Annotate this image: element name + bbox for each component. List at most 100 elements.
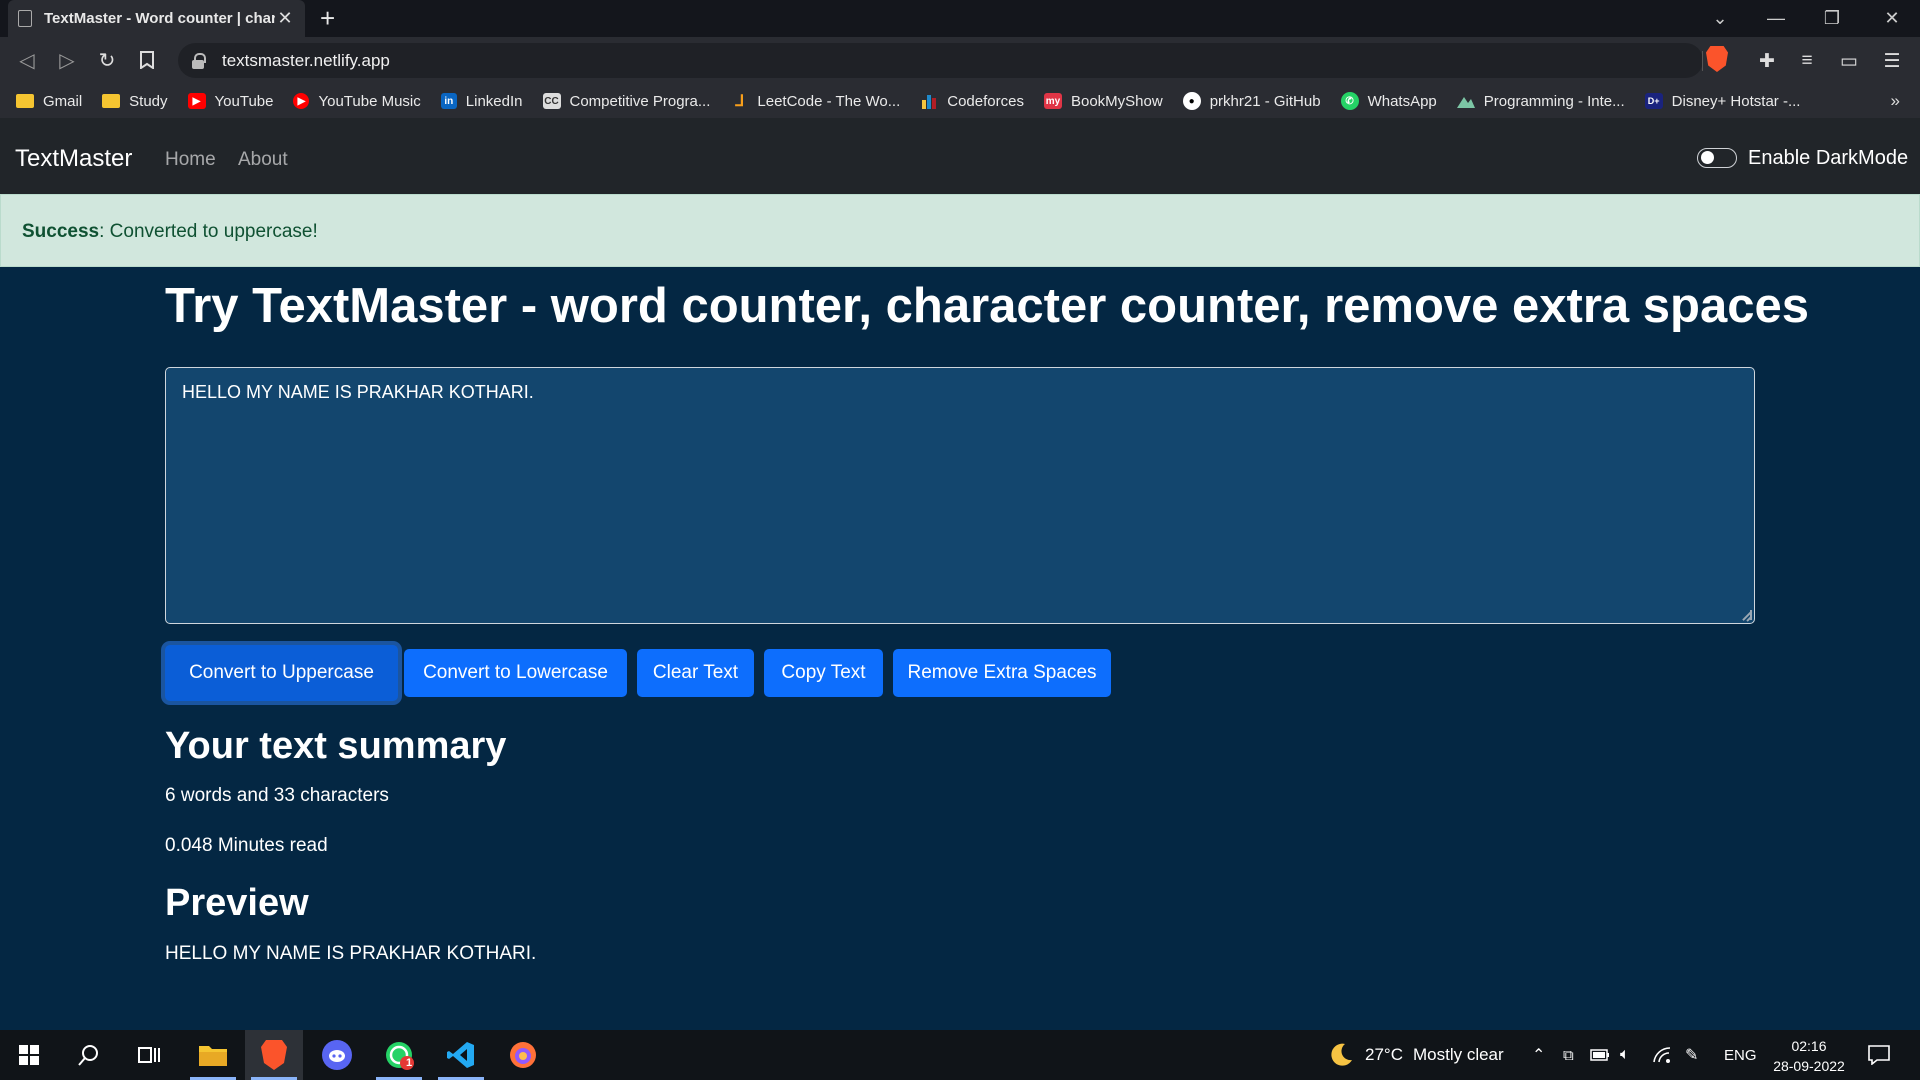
remove-extra-spaces-button[interactable]: Remove Extra Spaces <box>893 649 1111 697</box>
resize-grip-icon[interactable] <box>1742 610 1752 620</box>
clock[interactable]: 02:16 28-09-2022 <box>1770 1036 1848 1076</box>
youtube-music-icon: ▶ <box>293 93 310 109</box>
summary-title: Your text summary <box>165 725 507 767</box>
folder-icon <box>16 94 34 108</box>
pen-workspace-icon[interactable]: ✎ <box>1685 1030 1698 1080</box>
bookmark-bookmyshow[interactable]: my BookMyShow <box>1043 93 1163 110</box>
windows-taskbar: 1 27°C Mostly clear ⌃ ⧉ 🔈︎ ✎ ENG 02:16 2… <box>0 1030 1920 1080</box>
dark-mode-toggle[interactable] <box>1697 148 1737 168</box>
alert-message: : Converted to uppercase! <box>99 221 318 242</box>
firefox-icon[interactable] <box>494 1030 552 1080</box>
tab-search-chevron-icon[interactable]: ⌄ <box>1692 0 1748 37</box>
file-explorer-icon[interactable] <box>184 1030 242 1080</box>
site-navbar: TextMaster Home About Enable DarkMode <box>0 118 1920 194</box>
read-time: 0.048 Minutes read <box>165 835 328 856</box>
bookmarks-bar: Gmail Study ▶ YouTube ▶ YouTube Music in Li… <box>0 84 1920 118</box>
address-divider <box>1702 51 1703 71</box>
extensions-icon[interactable]: ✚ <box>1755 49 1779 73</box>
convert-uppercase-button[interactable]: Convert to Uppercase <box>165 645 398 701</box>
whatsapp-taskbar-icon[interactable]: 1 <box>370 1030 428 1080</box>
wallet-icon[interactable]: ▭ <box>1837 49 1861 73</box>
bookmark-leetcode[interactable]: ᒧ LeetCode - The Wo... <box>730 93 901 111</box>
hotstar-icon: D+ <box>1644 93 1663 109</box>
page-heading: Try TextMaster - word counter, character… <box>165 279 1809 333</box>
clock-time: 02:16 <box>1791 1038 1827 1054</box>
clear-text-button[interactable]: Clear Text <box>637 649 754 697</box>
browser-tab[interactable]: TextMaster - Word counter | character co… <box>8 0 305 37</box>
folder-icon <box>102 94 121 108</box>
convert-lowercase-button[interactable]: Convert to Lowercase <box>404 649 627 697</box>
window-close-icon[interactable]: ✕ <box>1864 0 1920 37</box>
brave-shields-icon[interactable] <box>1706 46 1728 72</box>
url-text: textsmaster.netlify.app <box>222 50 390 70</box>
browser-tab-bar: TextMaster - Word counter | character co… <box>0 0 1920 37</box>
summary-counts: 6 words and 33 characters <box>165 785 389 806</box>
github-icon: ● <box>1182 92 1201 110</box>
codechef-icon: CC <box>542 93 561 109</box>
weather-temp: 27°C <box>1365 1045 1403 1064</box>
windows-start-icon[interactable] <box>0 1030 58 1080</box>
minimize-icon[interactable]: — <box>1748 0 1804 37</box>
brand-link[interactable]: TextMaster <box>15 145 132 173</box>
alert-type: Success <box>22 221 100 242</box>
nav-about-link[interactable]: About <box>238 149 288 171</box>
search-icon[interactable] <box>60 1030 118 1080</box>
success-alert: Success: Converted to uppercase! <box>0 194 1920 267</box>
weather-description: Mostly clear <box>1412 1045 1504 1064</box>
bookmark-youtube[interactable]: ▶ YouTube <box>187 93 273 110</box>
bookmark-study[interactable]: Study <box>102 93 168 110</box>
bookmark-gmail[interactable]: Gmail <box>16 93 82 110</box>
discord-icon[interactable] <box>308 1030 366 1080</box>
battery-icon[interactable] <box>1590 1030 1610 1080</box>
whatsapp-icon: ✆ <box>1340 92 1359 110</box>
bookmark-linkedin[interactable]: in LinkedIn <box>440 93 523 110</box>
mountain-icon <box>1456 93 1475 109</box>
preview-text: HELLO MY NAME IS PRAKHAR KOTHARI. <box>165 943 537 964</box>
back-icon[interactable]: ◁ <box>14 47 40 73</box>
codeforces-icon <box>920 93 938 109</box>
vscode-icon[interactable] <box>432 1030 490 1080</box>
bookmark-programming[interactable]: Programming - Inte... <box>1456 93 1625 110</box>
task-view-icon[interactable] <box>120 1030 178 1080</box>
notification-badge: 1 <box>406 1057 413 1069</box>
action-center-icon[interactable] <box>1868 1030 1890 1080</box>
meet-now-icon[interactable]: ⧉ <box>1563 1030 1574 1080</box>
wifi-icon[interactable] <box>1652 1030 1672 1080</box>
clock-date: 28-09-2022 <box>1773 1058 1845 1074</box>
youtube-icon: ▶ <box>187 93 206 109</box>
volume-icon[interactable]: 🔈︎ <box>1620 1030 1630 1080</box>
bookmark-competitive-programming[interactable]: CC Competitive Progra... <box>542 93 710 110</box>
brave-taskbar-icon[interactable] <box>245 1030 303 1080</box>
reload-icon[interactable]: ↻ <box>94 47 120 73</box>
nav-home-link[interactable]: Home <box>165 149 216 171</box>
bookmark-hotstar[interactable]: D+ Disney+ Hotstar -... <box>1644 93 1800 110</box>
browser-toolbar: ◁ ▷ ↻ textsmaster.netlify.app ✚ ≡ ▭ ☰ <box>0 37 1920 84</box>
restore-icon[interactable]: ❐ <box>1804 0 1860 37</box>
forward-icon[interactable]: ▷ <box>54 47 80 73</box>
menu-icon[interactable]: ☰ <box>1880 49 1904 73</box>
bookmark-codeforces[interactable]: Codeforces <box>920 93 1024 110</box>
linkedin-icon: in <box>440 93 457 109</box>
weather-widget[interactable]: 27°C Mostly clear <box>1327 1030 1504 1080</box>
language-indicator[interactable]: ENG <box>1724 1030 1757 1080</box>
address-bar[interactable]: textsmaster.netlify.app <box>178 43 1703 78</box>
bookmark-whatsapp[interactable]: ✆ WhatsApp <box>1340 92 1437 110</box>
bookmark-youtube-music[interactable]: ▶ YouTube Music <box>293 93 421 110</box>
tab-close-icon[interactable]: ✕ <box>275 8 295 29</box>
show-hidden-icons[interactable]: ⌃ <box>1532 1030 1545 1080</box>
bookmarks-overflow-icon[interactable]: » <box>1891 84 1900 118</box>
text-input-area[interactable]: HELLO MY NAME IS PRAKHAR KOTHARI. <box>165 367 1755 624</box>
leetcode-icon: ᒧ <box>734 93 745 110</box>
page-icon <box>18 10 32 27</box>
bookmark-github[interactable]: ● prkhr21 - GitHub <box>1182 92 1321 110</box>
preview-title: Preview <box>165 882 309 924</box>
tab-title: TextMaster - Word counter | character co… <box>44 10 275 27</box>
bookmark-icon[interactable] <box>134 47 160 73</box>
copy-text-button[interactable]: Copy Text <box>764 649 883 697</box>
playlist-icon[interactable]: ≡ <box>1795 49 1819 73</box>
new-tab-button[interactable]: + <box>320 3 335 33</box>
dark-mode-label: Enable DarkMode <box>1748 147 1909 169</box>
lock-icon <box>192 52 206 69</box>
moon-icon <box>1331 1043 1352 1066</box>
bookmyshow-icon: my <box>1043 93 1062 109</box>
